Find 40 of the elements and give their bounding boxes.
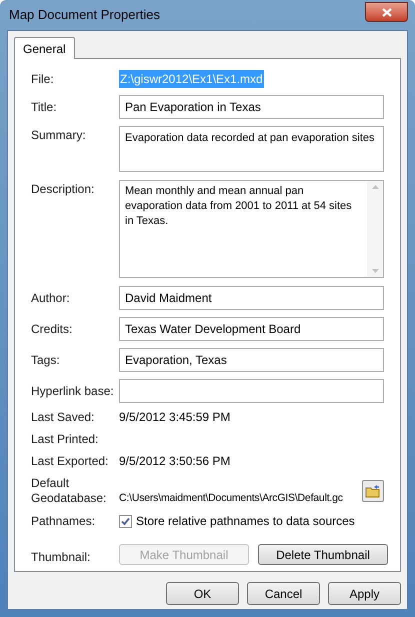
field-label: Default Geodatabase: <box>31 476 106 505</box>
text-field[interactable]: Texas Water Development Board <box>119 316 384 340</box>
field-label: Last Saved: <box>31 410 94 424</box>
field-label: Tags: <box>31 352 60 366</box>
scroll-up-icon[interactable] <box>372 185 378 189</box>
text-field[interactable]: David Maidment <box>119 286 384 310</box>
field-label: Author: <box>31 290 70 304</box>
field-label: Thumbnail: <box>31 550 90 564</box>
text-field[interactable] <box>119 378 384 402</box>
dialog-button[interactable]: Cancel <box>247 582 320 605</box>
geodatabase-path: C:\Users\maidment\Documents\ArcGIS\Default.gc <box>119 491 344 506</box>
field-label: File: <box>31 72 54 86</box>
checkbox-label: Store relative pathnames to data sources <box>136 513 355 530</box>
field-label: Credits: <box>31 322 72 336</box>
field-label: Pathnames: <box>31 514 96 528</box>
tab[interactable]: General <box>14 37 75 59</box>
text-field[interactable]: Evaporation, Texas <box>119 348 384 372</box>
scroll-down-icon[interactable] <box>372 269 378 273</box>
field-label: Description: <box>31 182 94 196</box>
field-label: Hyperlink base: <box>31 384 114 398</box>
folder-icon <box>365 484 381 498</box>
dialog-button[interactable]: Apply <box>328 582 401 605</box>
description-field[interactable]: Mean monthly and mean annual pan evaporation data from 2001 to 2011 at 54 sites in Texas. <box>119 180 384 278</box>
browse-button[interactable] <box>362 480 384 502</box>
field-label: Last Exported: <box>31 454 108 468</box>
close-button[interactable] <box>365 2 408 22</box>
window-title: Map Document Properties <box>8 6 160 24</box>
scrollbar[interactable] <box>367 181 383 277</box>
text-field[interactable]: Pan Evaporation in Texas <box>119 94 384 118</box>
date-value: 9/5/2012 3:50:56 PM <box>119 453 230 470</box>
close-icon <box>382 8 392 16</box>
file-path: Z:\giswr2012\Ex1\Ex1.mxd <box>119 70 264 88</box>
date-value: 9/5/2012 3:45:59 PM <box>119 409 230 426</box>
field-label: Last Printed: <box>31 432 98 446</box>
checkbox[interactable] <box>119 514 132 528</box>
summary-field[interactable]: Evaporation data recorded at pan evaporation sites <box>119 126 384 172</box>
field-label: Title: <box>31 100 57 114</box>
field-label: Summary: <box>31 128 86 142</box>
thumbnail-button[interactable]: Delete Thumbnail <box>258 544 388 565</box>
dialog-button[interactable]: OK <box>166 582 239 605</box>
